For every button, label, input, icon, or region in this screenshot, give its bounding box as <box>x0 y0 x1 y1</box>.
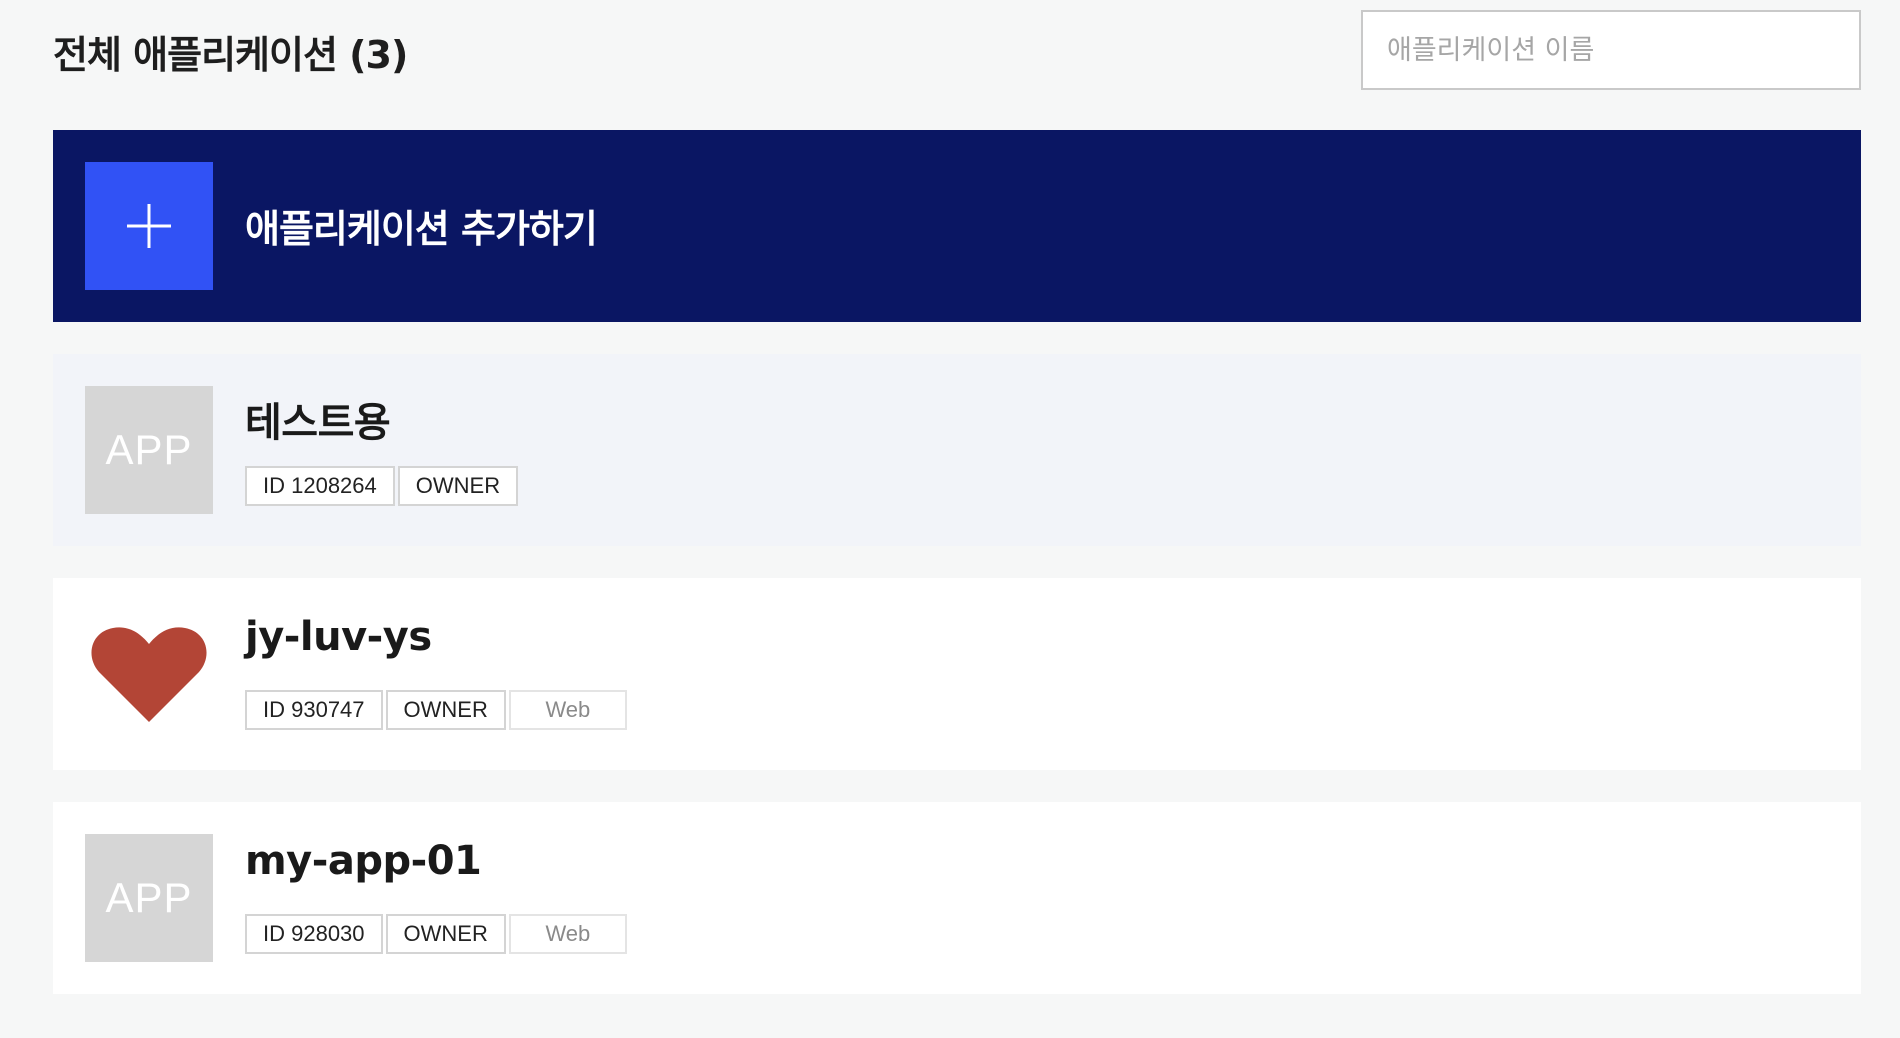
app-tags: ID 928030 OWNER Web <box>245 914 627 954</box>
app-card[interactable]: APP 테스트용 ID 1208264 OWNER <box>53 354 1861 546</box>
app-thumbnail-placeholder: APP <box>85 386 213 514</box>
app-thumbnail-placeholder: APP <box>85 834 213 962</box>
app-platform-tag: Web <box>508 690 627 730</box>
heart-icon <box>85 610 213 738</box>
header: 전체 애플리케이션 (3) <box>53 10 1861 90</box>
page-title: 전체 애플리케이션 (3) <box>53 33 408 77</box>
app-tags: ID 930747 OWNER Web <box>245 690 627 730</box>
app-platform-tag: Web <box>508 914 627 954</box>
app-role-tag: OWNER <box>397 466 519 506</box>
add-application-label: 애플리케이션 추가하기 <box>245 207 598 251</box>
app-id-tag: ID 928030 <box>245 914 383 954</box>
app-name: my-app-01 <box>245 838 482 884</box>
search-input[interactable] <box>1361 10 1861 90</box>
app-name: 테스트용 <box>245 400 391 446</box>
app-id-tag: ID 1208264 <box>245 466 395 506</box>
app-tags: ID 1208264 OWNER <box>245 466 519 506</box>
app-card[interactable]: jy-luv-ys ID 930747 OWNER Web <box>53 578 1861 770</box>
app-name: jy-luv-ys <box>245 614 432 660</box>
plus-icon <box>85 162 213 290</box>
add-application-button[interactable]: 애플리케이션 추가하기 <box>53 130 1861 322</box>
app-card[interactable]: APP my-app-01 ID 928030 OWNER Web <box>53 802 1861 994</box>
app-role-tag: OWNER <box>385 690 506 730</box>
app-list-page: 전체 애플리케이션 (3) 애플리케이션 추가하기 APP 테스트용 ID 12… <box>0 0 1900 1038</box>
app-role-tag: OWNER <box>385 914 506 954</box>
app-id-tag: ID 930747 <box>245 690 383 730</box>
